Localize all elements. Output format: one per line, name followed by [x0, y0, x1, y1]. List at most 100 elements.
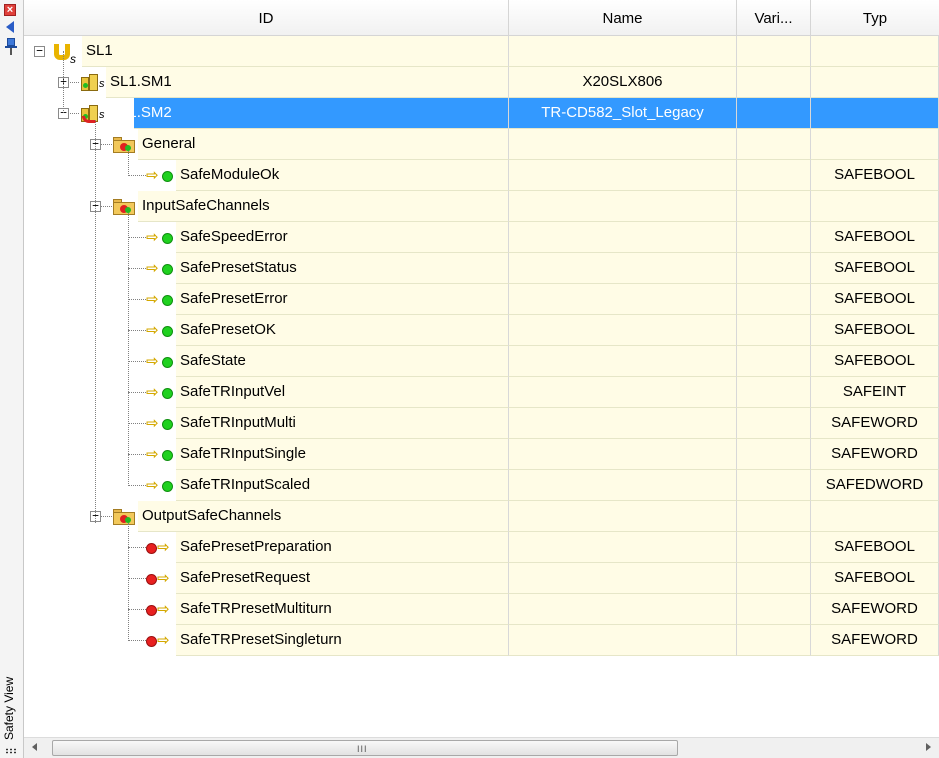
collapse-toggle[interactable]: − [34, 45, 45, 57]
type-cell: SAFEBOOL [811, 160, 939, 191]
column-header-variable[interactable]: Vari... [737, 0, 811, 36]
id-label: SafePresetRequest [180, 569, 311, 586]
type-cell: SAFEWORD [811, 594, 939, 625]
id-cell: − s SL1.SM2 [24, 98, 509, 129]
tree-rows: − s SL1 + s SL1.SM1 X20SLX806− s SL1.SM2 TR-CD582… [24, 36, 939, 656]
tree-row[interactable]: − s SL1.SM2 TR-CD582_Slot_Legacy [24, 98, 939, 129]
id-cell: − s SL1 [24, 36, 509, 67]
input-channel-icon: ⇨ [146, 447, 176, 462]
name-cell [509, 470, 737, 501]
back-arrow-icon[interactable] [6, 21, 14, 33]
column-header-type[interactable]: Typ [811, 0, 939, 36]
id-label: SL1 [86, 42, 113, 59]
tree-row[interactable]: ⇨ SafePresetOK SAFEBOOL [24, 315, 939, 346]
variable-cell [737, 160, 811, 191]
safety-tree-grid: ID Name Vari... Typ − s SL1 + s SL1.SM1 X20SLX… [24, 0, 939, 737]
variable-cell [737, 253, 811, 284]
scroll-left-icon[interactable] [32, 743, 37, 751]
tree-row[interactable]: ⇨ SafeTRInputScaled SAFEDWORD [24, 470, 939, 501]
tree-row[interactable]: − s SL1 [24, 36, 939, 67]
type-cell [811, 501, 939, 532]
variable-cell [737, 377, 811, 408]
name-cell [509, 222, 737, 253]
id-cell: ⇨ SafePresetError [24, 284, 509, 315]
safety-module-icon: s [80, 71, 106, 95]
name-cell: TR-CD582_Slot_Legacy [509, 98, 737, 129]
type-cell [811, 98, 939, 129]
tree-guide-line [128, 151, 129, 176]
name-cell [509, 532, 737, 563]
input-channel-icon: ⇨ [146, 385, 176, 400]
horizontal-scrollbar[interactable]: III [24, 737, 939, 758]
name-cell [509, 284, 737, 315]
tree-guide-line [63, 51, 64, 113]
tree-row[interactable]: ⇨ SafeTRInputVel SAFEINT [24, 377, 939, 408]
output-channel-icon: ⇨ [146, 540, 176, 555]
id-label: SafeModuleOk [180, 166, 280, 183]
variable-cell [737, 532, 811, 563]
id-cell: ⇨ SafeTRPresetSingleturn [24, 625, 509, 656]
column-header-name[interactable]: Name [509, 0, 737, 36]
id-label: SafeSpeedError [180, 228, 288, 245]
safety-view-label[interactable]: Safety View [2, 660, 20, 740]
variable-cell [737, 191, 811, 222]
column-header-id[interactable]: ID [24, 0, 509, 36]
tree-row[interactable]: ⇨ SafeTRPresetSingleturn SAFEWORD [24, 625, 939, 656]
variable-cell [737, 315, 811, 346]
tree-row[interactable]: ⇨ SafePresetError SAFEBOOL [24, 284, 939, 315]
name-cell [509, 36, 737, 67]
tree-row[interactable]: ⇨ SafeTRPresetMultiturn SAFEWORD [24, 594, 939, 625]
name-cell: X20SLX806 [509, 67, 737, 98]
variable-cell [737, 470, 811, 501]
id-label: SafeTRInputScaled [180, 476, 311, 493]
name-cell [509, 191, 737, 222]
tree-row[interactable]: ⇨ SafeState SAFEBOOL [24, 346, 939, 377]
id-cell: ⇨ SafeState [24, 346, 509, 377]
output-channel-icon: ⇨ [146, 571, 176, 586]
pin-icon[interactable] [5, 38, 17, 56]
tree-row[interactable]: ⇨ SafePresetPreparation SAFEBOOL [24, 532, 939, 563]
id-label: SafeTRInputMulti [180, 414, 296, 431]
name-cell [509, 625, 737, 656]
scroll-right-icon[interactable] [926, 743, 931, 751]
id-label: SafePresetPreparation [180, 538, 332, 555]
tree-row[interactable]: ⇨ SafeTRInputSingle SAFEWORD [24, 439, 939, 470]
tree-guide-line [128, 213, 129, 486]
scrollbar-thumb[interactable]: III [52, 740, 678, 756]
channel-folder-icon [113, 199, 135, 215]
id-label: OutputSafeChannels [142, 507, 282, 524]
tree-row[interactable]: ⇨ SafePresetRequest SAFEBOOL [24, 563, 939, 594]
tree-row[interactable]: ⇨ SafeModuleOk SAFEBOOL [24, 160, 939, 191]
name-cell [509, 563, 737, 594]
input-channel-icon: ⇨ [146, 292, 176, 307]
id-label: SafePresetOK [180, 321, 276, 338]
id-label: SL1.SM2 [110, 104, 172, 121]
id-cell: ⇨ SafePresetPreparation [24, 532, 509, 563]
id-label: SafeTRInputSingle [180, 445, 306, 462]
variable-cell [737, 222, 811, 253]
name-cell [509, 594, 737, 625]
output-channel-icon: ⇨ [146, 602, 176, 617]
tree-row[interactable]: ⇨ SafeSpeedError SAFEBOOL [24, 222, 939, 253]
input-channel-icon: ⇨ [146, 354, 176, 369]
name-cell [509, 439, 737, 470]
id-cell: ⇨ SafeTRInputMulti [24, 408, 509, 439]
tree-row[interactable]: ⇨ SafePresetStatus SAFEBOOL [24, 253, 939, 284]
tree-row[interactable]: ⇨ SafeTRInputMulti SAFEWORD [24, 408, 939, 439]
tree-row[interactable]: − InputSafeChannels [24, 191, 939, 222]
close-icon[interactable]: × [4, 4, 16, 16]
input-channel-icon: ⇨ [146, 416, 176, 431]
name-cell [509, 346, 737, 377]
variable-cell [737, 129, 811, 160]
grip-icon[interactable] [5, 748, 17, 754]
id-cell: ⇨ SafeTRInputScaled [24, 470, 509, 501]
channel-folder-icon [113, 509, 135, 525]
tree-guide-line [95, 120, 96, 523]
tree-row[interactable]: − General [24, 129, 939, 160]
variable-cell [737, 408, 811, 439]
tree-row[interactable]: − OutputSafeChannels [24, 501, 939, 532]
tree-row[interactable]: + s SL1.SM1 X20SLX806 [24, 67, 939, 98]
scrollbar-grip-icon: III [357, 744, 368, 754]
variable-cell [737, 625, 811, 656]
column-header: ID Name Vari... Typ [24, 0, 939, 36]
